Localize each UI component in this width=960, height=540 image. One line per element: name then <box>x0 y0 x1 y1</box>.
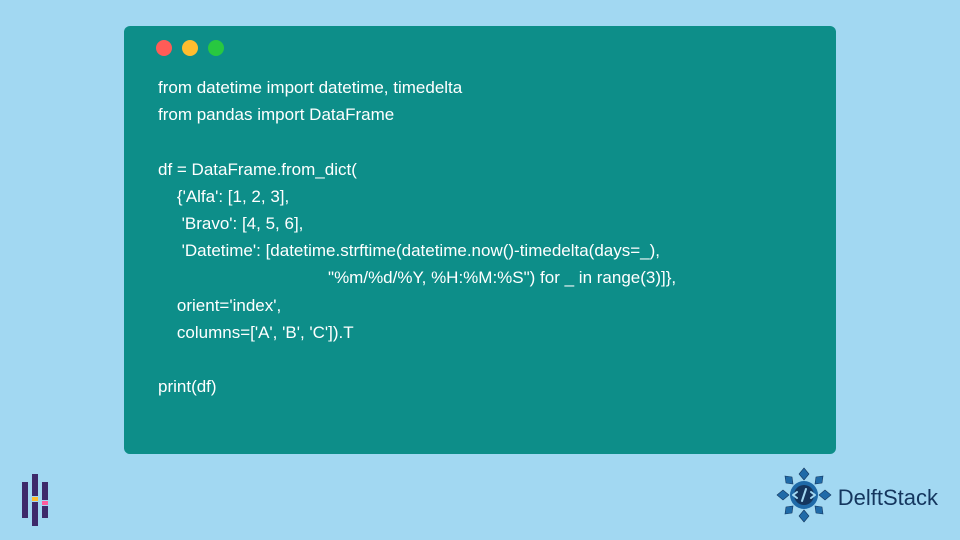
minimize-icon <box>182 40 198 56</box>
code-block: from datetime import datetime, timedelta… <box>144 74 816 400</box>
code-window: from datetime import datetime, timedelta… <box>124 26 836 454</box>
right-logo: DelftStack <box>776 467 938 528</box>
close-icon <box>156 40 172 56</box>
brand-text: DelftStack <box>838 485 938 511</box>
left-logo-icon <box>20 474 66 526</box>
maximize-icon <box>208 40 224 56</box>
delftstack-logo-icon <box>776 467 832 528</box>
window-controls <box>156 40 816 56</box>
